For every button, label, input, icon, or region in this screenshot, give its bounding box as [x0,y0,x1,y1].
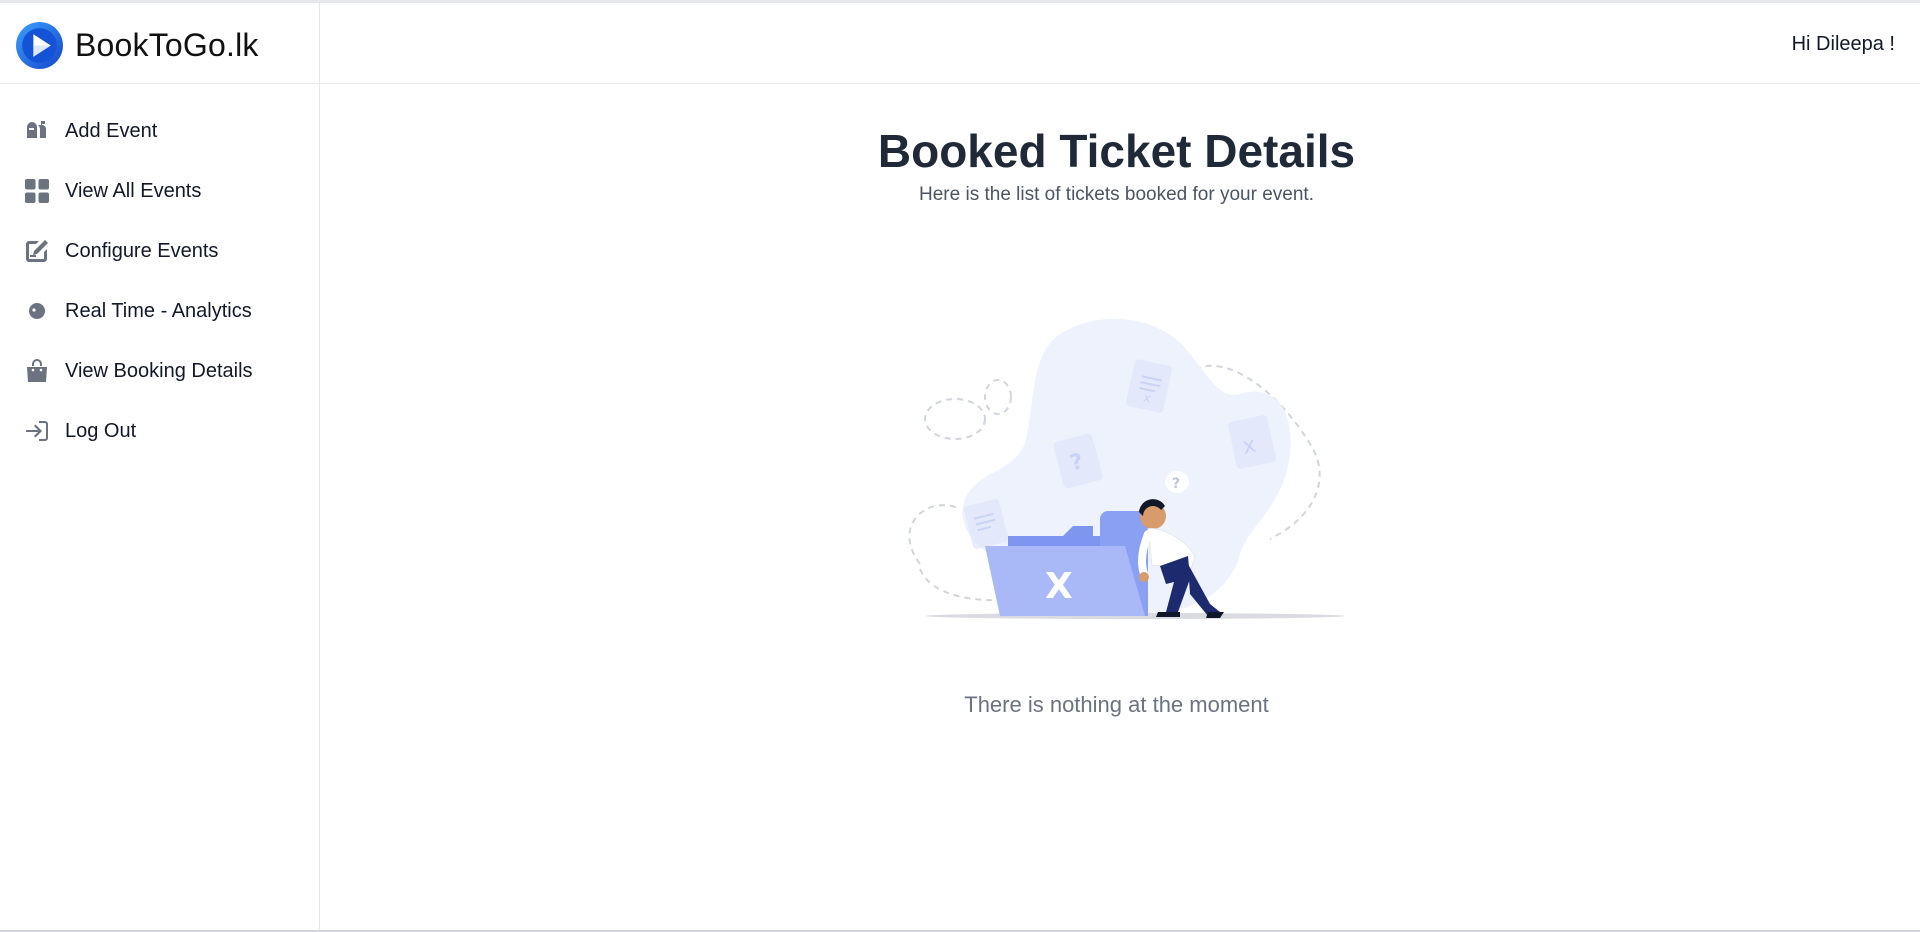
main-content: Booked Ticket Details Here is the list o… [320,84,1920,932]
brand-name: BookToGo.lk [75,26,259,63]
sidebar: BookToGo.lk Add Event View All Events Co… [0,3,320,932]
sidebar-item-add-event[interactable]: Add Event [0,101,319,161]
user-greeting[interactable]: Hi Dileepa ! [1792,33,1895,56]
svg-text:X: X [1045,566,1073,607]
grid-icon [24,178,50,204]
sidebar-item-label: Real Time - Analytics [65,299,252,322]
logout-icon [24,418,50,444]
sidebar-item-configure-events[interactable]: Configure Events [0,221,319,281]
edit-icon [24,238,50,264]
sidebar-item-label: Log Out [65,419,137,442]
empty-folder-illustration: x ? x ? X [908,318,1345,620]
page-title: Booked Ticket Details [877,125,1356,177]
sidebar-item-label: View All Events [65,179,202,202]
play-logo-icon [16,21,63,69]
mailbox-icon [24,118,50,144]
sidebar-item-label: Configure Events [65,239,219,262]
shopping-bag-icon [24,358,50,384]
page-subtitle: Here is the list of tickets booked for y… [919,184,1314,205]
sidebar-nav: Add Event View All Events Configure Even… [0,101,319,461]
sidebar-item-view-all-events[interactable]: View All Events [0,161,319,221]
sidebar-item-label: View Booking Details [65,359,253,382]
sidebar-item-label: Add Event [65,119,158,142]
analytics-icon [24,298,50,324]
top-header: Hi Dileepa ! [320,3,1920,84]
svg-text:?: ? [1172,476,1180,492]
sidebar-divider [0,83,319,84]
empty-state-message: There is nothing at the moment [964,692,1269,717]
sidebar-item-view-booking-details[interactable]: View Booking Details [0,341,319,401]
sidebar-item-log-out[interactable]: Log Out [0,401,319,461]
brand-logo[interactable]: BookToGo.lk [15,19,259,71]
sidebar-item-real-time-analytics[interactable]: Real Time - Analytics [0,281,319,341]
